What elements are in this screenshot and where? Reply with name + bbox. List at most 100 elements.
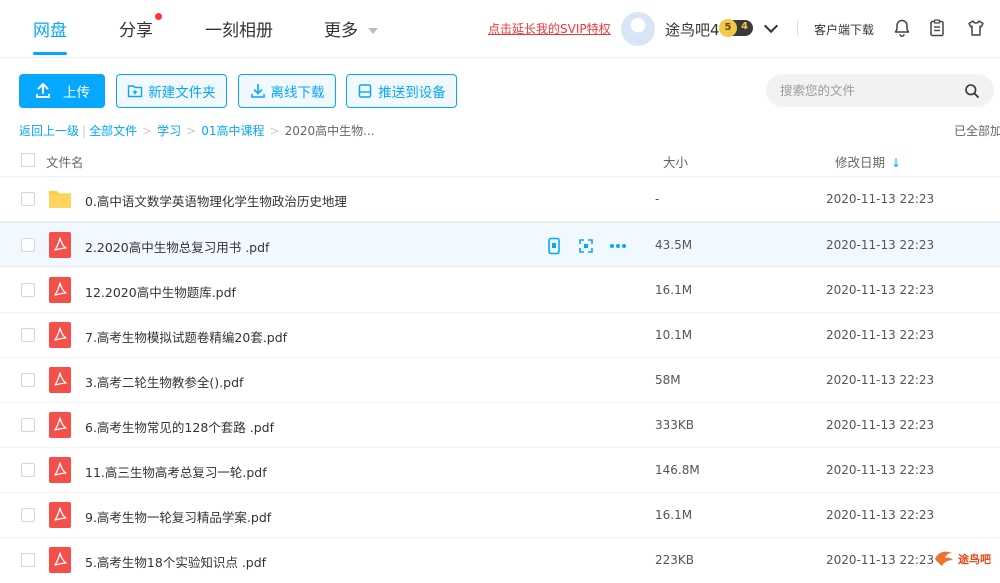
breadcrumb-item-high-school[interactable]: 01高中课程: [201, 124, 264, 138]
file-modified-date: 2020-11-13 22:23: [826, 192, 935, 206]
file-name[interactable]: 0.高中语文数学英语物理化学生物政治历史地理: [85, 191, 347, 210]
table-row[interactable]: 11.高三生物高考总复习一轮.pdf 146.8M 2020-11-13 22:…: [0, 448, 1000, 493]
pdf-file-icon: [49, 502, 71, 528]
send-to-phone-icon[interactable]: [544, 236, 564, 256]
new-folder-button[interactable]: 新建文件夹: [116, 74, 227, 108]
divider: [797, 20, 798, 36]
file-size: 58M: [655, 373, 681, 387]
username[interactable]: 途鸟吧4: [665, 19, 720, 40]
row-checkbox[interactable]: [21, 508, 35, 522]
file-name[interactable]: 11.高三生物高考总复习一轮.pdf: [85, 462, 267, 481]
upload-button[interactable]: 上传: [19, 74, 105, 108]
pdf-file-icon: [49, 322, 71, 348]
file-size: 333KB: [655, 418, 695, 432]
row-checkbox[interactable]: [21, 463, 35, 477]
search-icon[interactable]: [964, 83, 980, 99]
file-name[interactable]: 5.高考生物18个实验知识点 .pdf: [85, 552, 266, 571]
file-size: 10.1M: [655, 328, 693, 342]
share-link-icon[interactable]: [576, 236, 596, 256]
breadcrumb-item-study[interactable]: 学习: [157, 124, 181, 138]
folder-icon: [49, 191, 71, 208]
file-modified-date: 2020-11-13 22:23: [826, 553, 935, 567]
tab-moments-album[interactable]: 一刻相册: [205, 16, 273, 41]
column-header-name[interactable]: 文件名: [46, 152, 84, 171]
table-row[interactable]: 5.高考生物18个实验知识点 .pdf 223KB 2020-11-13 22:…: [0, 538, 1000, 583]
pdf-file-icon: [49, 412, 71, 438]
table-row[interactable]: 6.高考生物常见的128个套路 .pdf 333KB 2020-11-13 22…: [0, 403, 1000, 448]
row-checkbox[interactable]: [21, 418, 35, 432]
breadcrumb-item-all-files[interactable]: 全部文件: [89, 124, 137, 138]
back-link[interactable]: 返回上一级: [19, 124, 79, 138]
tab-netdisk[interactable]: 网盘: [33, 16, 67, 41]
column-header-size[interactable]: 大小: [663, 152, 688, 171]
file-name[interactable]: 7.高考生物模拟试题卷精编20套.pdf: [85, 327, 287, 346]
file-name[interactable]: 2.2020高中生物总复习用书 .pdf: [85, 237, 269, 256]
tab-share[interactable]: 分享: [119, 16, 153, 41]
file-name[interactable]: 6.高考生物常见的128个套路 .pdf: [85, 417, 274, 436]
sort-down-arrow-icon: ↓: [891, 156, 902, 170]
table-row[interactable]: 12.2020高中生物题库.pdf 16.1M 2020-11-13 22:23: [0, 268, 1000, 313]
notification-dot: [155, 13, 162, 20]
watermark-logo: 途鸟吧: [932, 547, 996, 571]
svip-badge-level: 4: [741, 21, 748, 32]
file-name[interactable]: 12.2020高中生物题库.pdf: [85, 282, 236, 301]
device-icon: [359, 84, 372, 98]
row-checkbox[interactable]: [21, 328, 35, 342]
new-folder-label: 新建文件夹: [148, 85, 216, 101]
offline-download-label: 离线下载: [270, 85, 325, 101]
more-options-icon[interactable]: [608, 236, 628, 256]
file-size: 223KB: [655, 553, 695, 567]
offline-download-button[interactable]: 离线下载: [238, 74, 336, 108]
file-size: -: [655, 192, 660, 206]
chevron-down-icon: [368, 28, 378, 34]
new-folder-icon: [128, 85, 143, 98]
search-box: [766, 74, 994, 107]
pdf-file-icon: [49, 232, 71, 258]
bell-icon[interactable]: [892, 18, 912, 38]
push-to-device-button[interactable]: 推送到设备: [346, 74, 457, 108]
file-size: 16.1M: [655, 508, 693, 522]
table-row[interactable]: 9.高考生物一轮复习精品学案.pdf 16.1M 2020-11-13 22:2…: [0, 493, 1000, 538]
table-header: 文件名 大小 修改日期 ↓: [0, 145, 1000, 177]
file-modified-date: 2020-11-13 22:23: [826, 508, 935, 522]
breadcrumb-separator: >: [142, 124, 153, 138]
row-quick-actions: [544, 236, 634, 256]
row-checkbox[interactable]: [21, 553, 35, 567]
table-row[interactable]: 3.高考二轮生物教参全().pdf 58M 2020-11-13 22:23: [0, 358, 1000, 403]
search-input[interactable]: [780, 74, 960, 107]
row-checkbox[interactable]: [21, 373, 35, 387]
row-checkbox[interactable]: [21, 283, 35, 297]
shirt-icon[interactable]: [966, 18, 986, 38]
tab-more-label: 更多: [324, 21, 358, 41]
avatar[interactable]: [621, 12, 655, 46]
table-row[interactable]: 2.2020高中生物总复习用书 .pdf 43.5M 2020-11-13 22…: [0, 222, 1000, 267]
file-name[interactable]: 3.高考二轮生物教参全().pdf: [85, 372, 243, 391]
upload-label: 上传: [63, 85, 90, 101]
table-row[interactable]: 0.高中语文数学英语物理化学生物政治历史地理 - 2020-11-13 22:2…: [0, 177, 1000, 222]
account-chevron-down-icon[interactable]: [763, 18, 779, 34]
breadcrumb-item-current: 2020高中生物...: [284, 124, 375, 138]
pdf-file-icon: [49, 547, 71, 573]
breadcrumb-separator: >: [186, 124, 197, 138]
row-checkbox[interactable]: [21, 238, 35, 252]
file-name[interactable]: 9.高考生物一轮复习精品学案.pdf: [85, 507, 271, 526]
client-download-link[interactable]: 客户端下载: [814, 21, 874, 38]
svip-renew-link[interactable]: 点击延长我的SVIP特权: [488, 20, 611, 37]
select-all-checkbox[interactable]: [21, 153, 35, 167]
pdf-file-icon: [49, 457, 71, 483]
push-to-device-label: 推送到设备: [378, 85, 446, 101]
column-header-modified[interactable]: 修改日期 ↓: [835, 152, 901, 171]
breadcrumb: 返回上一级 | 全部文件 > 学习 >01高中课程 >2020高中生物...: [19, 122, 375, 139]
tab-more[interactable]: 更多: [324, 16, 378, 41]
breadcrumb-separator: >: [269, 124, 280, 138]
download-icon: [250, 83, 265, 98]
active-tab-underline: [33, 52, 67, 55]
table-row[interactable]: 7.高考生物模拟试题卷精编20套.pdf 10.1M 2020-11-13 22…: [0, 313, 1000, 358]
pdf-file-icon: [49, 277, 71, 303]
upload-icon: [36, 83, 50, 98]
file-size: 16.1M: [655, 283, 693, 297]
svip-level-badge: 5 4: [719, 19, 753, 37]
row-checkbox[interactable]: [21, 192, 35, 206]
loaded-status-text: 已全部加: [954, 124, 1000, 138]
clipboard-icon[interactable]: [927, 18, 947, 38]
